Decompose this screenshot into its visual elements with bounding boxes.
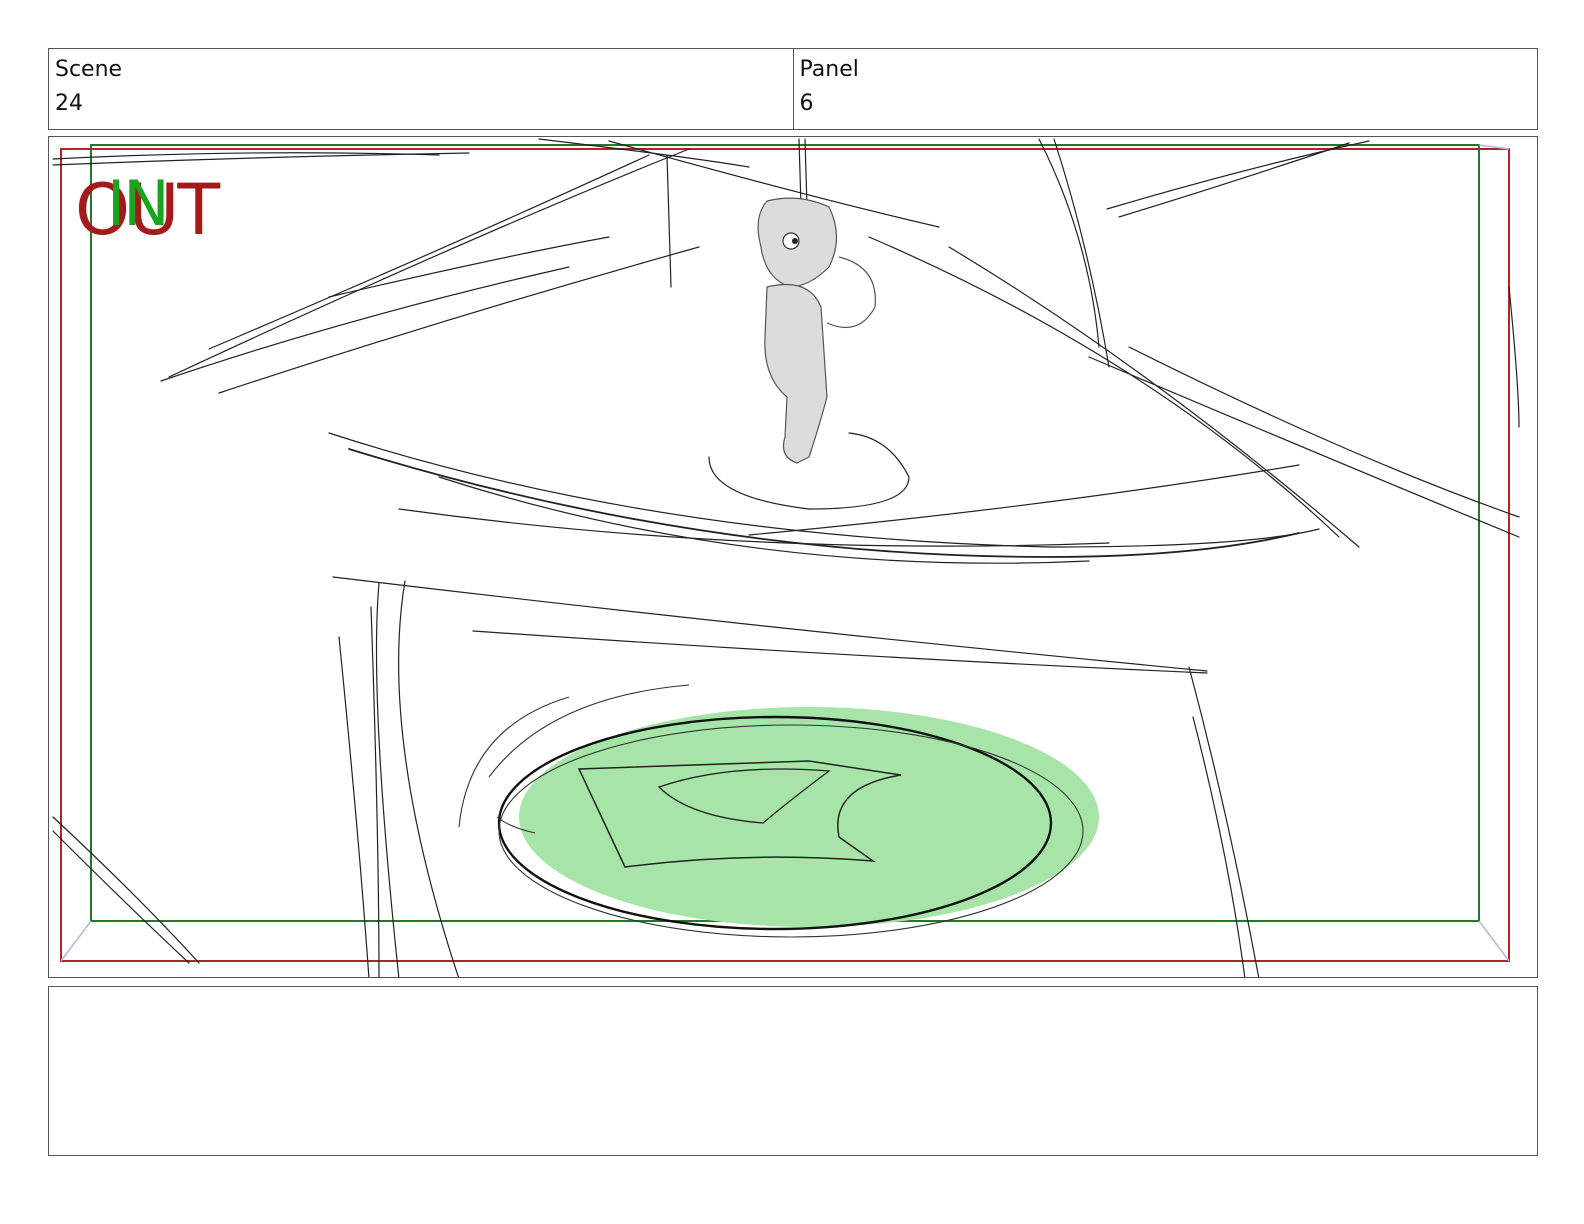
- scene-cell: Scene 24: [49, 49, 793, 129]
- sketch-drawing: [52, 138, 1520, 977]
- in-tag: IN: [107, 167, 170, 240]
- panel-label: Panel: [799, 57, 859, 82]
- notes-box[interactable]: [48, 986, 1538, 1156]
- panel-number[interactable]: 6: [800, 89, 1532, 119]
- panel-header: Scene 24 Panel 6: [48, 48, 1538, 130]
- portal-sketch: [458, 684, 1099, 938]
- scene-number[interactable]: 24: [55, 89, 787, 119]
- scene-label: Scene: [55, 57, 123, 82]
- panel-cell: Panel 6: [792, 49, 1538, 129]
- corner-guide: [1478, 920, 1510, 962]
- storyboard-frame[interactable]: OUT IN: [48, 136, 1538, 978]
- character-sketch: [757, 197, 876, 464]
- corner-guide: [60, 920, 92, 962]
